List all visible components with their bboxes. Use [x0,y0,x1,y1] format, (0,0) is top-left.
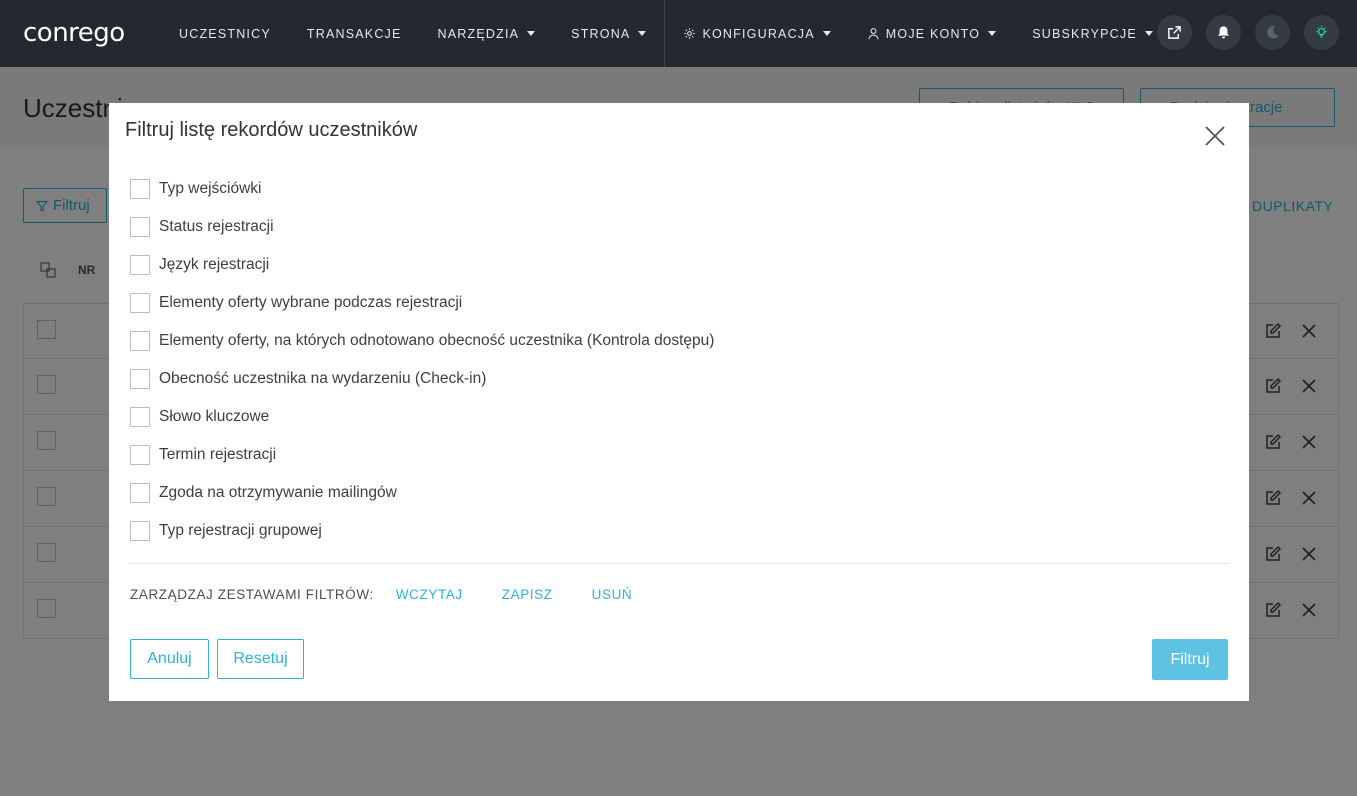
caret-down-icon [1144,31,1153,36]
filter-modal: Filtruj listę rekordów uczestników Typ w… [109,103,1249,701]
checkbox-label: Termin rejestracji [159,446,277,463]
filter-option[interactable]: Typ rejestracji grupowej [130,512,714,550]
checkbox-label: Typ wejściówki [159,180,262,197]
notifications-button[interactable] [1206,15,1241,50]
checkbox[interactable] [130,293,150,313]
delete-filter-set-link[interactable]: USUŃ [592,587,633,602]
load-filter-set-link[interactable]: WCZYTAJ [396,587,463,602]
checkbox-label: Elementy oferty, na których odnotowano o… [159,332,715,349]
checkbox-label: Zgoda na otrzymywanie mailingów [159,484,397,501]
filter-sets-bar: ZARZĄDZAJ ZESTAWAMI FILTRÓW: WCZYTAJ ZAP… [130,587,671,602]
save-filter-set-link[interactable]: ZAPISZ [502,587,553,602]
filter-option[interactable]: Elementy oferty, na których odnotowano o… [130,322,714,360]
external-link-button[interactable] [1157,15,1192,50]
checkbox-label: Status rejestracji [159,218,274,235]
main-nav: UCZESTNICY TRANSAKCJE NARZĘDZIA STRONA K… [161,0,1171,67]
caret-down-icon [527,31,536,36]
caret-down-icon [822,31,831,36]
nav-label: NARZĘDZIA [437,26,520,41]
checkbox-label: Język rejestracji [159,256,270,273]
checkbox[interactable] [130,179,150,199]
filter-option[interactable]: Słowo kluczowe [130,398,714,436]
user-icon [868,28,879,40]
nav-label: STRONA [571,26,631,41]
nav-item-narzedzia[interactable]: NARZĘDZIA [420,0,554,67]
modal-title: Filtruj listę rekordów uczestników [125,119,418,141]
bell-icon [1218,26,1229,39]
apply-filter-button[interactable]: Filtruj [1152,639,1228,680]
checkbox[interactable] [130,483,150,503]
nav-item-moje-konto[interactable]: MOJE KONTO [849,0,1014,67]
external-link-icon [1168,26,1181,39]
filter-option[interactable]: Obecność uczestnika na wydarzeniu (Check… [130,360,714,398]
cancel-button[interactable]: Anuluj [130,639,209,679]
app-logo[interactable]: conrego [23,18,125,48]
nav-label: UCZESTNICY [179,26,271,41]
nav-label: MOJE KONTO [885,26,981,41]
checkbox[interactable] [130,255,150,275]
modal-divider [129,563,1228,564]
nav-label: SUBSKRYPCJE [1032,26,1137,41]
filter-option[interactable]: Elementy oferty wybrane podczas rejestra… [130,284,714,322]
nav-item-strona[interactable]: STRONA [553,0,664,67]
filter-option[interactable]: Typ wejściówki [130,170,714,208]
reset-button[interactable]: Resetuj [217,639,304,679]
filter-option[interactable]: Język rejestracji [130,246,714,284]
caret-down-icon [638,31,647,36]
moon-icon [1267,26,1279,39]
checkbox[interactable] [130,331,150,351]
filter-option[interactable]: Zgoda na otrzymywanie mailingów [130,474,714,512]
nav-item-transakcje[interactable]: TRANSAKCJE [289,0,420,67]
nav-item-uczestnicy[interactable]: UCZESTNICY [161,0,289,67]
filter-sets-label: ZARZĄDZAJ ZESTAWAMI FILTRÓW: [130,587,374,602]
checkbox-label: Elementy oferty wybrane podczas rejestra… [159,294,463,311]
checkbox[interactable] [130,407,150,427]
caret-down-icon [988,31,997,36]
top-navbar: conrego UCZESTNICY TRANSAKCJE NARZĘDZIA … [0,0,1357,67]
dark-mode-button[interactable] [1255,15,1290,50]
checkbox[interactable] [130,217,150,237]
checkbox-label: Obecność uczestnika na wydarzeniu (Check… [159,370,487,387]
checkbox-label: Słowo kluczowe [159,408,270,425]
checkbox[interactable] [130,445,150,465]
nav-label: TRANSAKCJE [306,26,402,41]
filter-option[interactable]: Termin rejestracji [130,436,714,474]
nav-label: KONFIGURACJA [702,26,815,41]
checkbox-label: Typ rejestracji grupowej [159,522,322,539]
nav-item-subskrypcje[interactable]: SUBSKRYPCJE [1014,0,1171,67]
checkbox[interactable] [130,521,150,541]
filter-option[interactable]: Status rejestracji [130,208,714,246]
checkbox[interactable] [130,369,150,389]
lightbulb-icon [1316,25,1327,38]
top-icon-group [1157,15,1339,50]
light-mode-button[interactable] [1304,15,1339,50]
gear-icon [684,28,696,39]
close-icon[interactable] [1203,124,1227,148]
nav-item-konfiguracja[interactable]: KONFIGURACJA [665,0,848,67]
filter-options: Typ wejściówki Status rejestracji Język … [130,170,714,550]
